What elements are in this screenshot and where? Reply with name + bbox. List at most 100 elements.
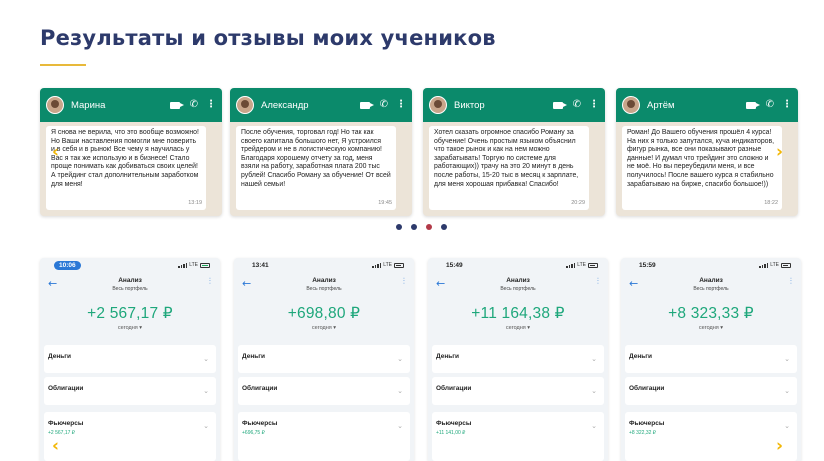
accordion-row[interactable]: Деньги ⌄ [432, 345, 604, 373]
menu-dots-icon[interactable]: ⋮ [206, 100, 216, 110]
nav-row: ← Анализ Весь портфель ⫶ [428, 274, 608, 294]
accordion-label: Деньги [436, 353, 459, 360]
analysis-card: 15:59 LTE ← Анализ Весь портфель ⫶ +8 32… [621, 258, 801, 461]
nav-title: Анализ [506, 277, 530, 284]
status-time: 10:06 [54, 261, 81, 270]
chat-card: Артём ✆ ⋮ Роман! До Вашего обучения прош… [616, 88, 798, 216]
pagination-dot-active[interactable] [426, 224, 432, 230]
accordion-label: Облигации [436, 385, 472, 392]
accordion-row[interactable]: Деньги ⌄ [44, 345, 216, 373]
accordion-label: Деньги [242, 353, 265, 360]
chevron-left-icon[interactable]: ‹ [52, 438, 59, 455]
nav-title: Анализ [312, 277, 336, 284]
message-bubble: Я снова не верила, что это вообще возмож… [46, 126, 206, 210]
message-time: 20:29 [571, 200, 585, 207]
message-time: 18:22 [764, 200, 778, 207]
nav-subtitle: Весь портфель [693, 286, 729, 292]
video-call-icon[interactable] [745, 101, 760, 109]
chat-card: Александр ✆ ⋮ После обучения, торговал г… [230, 88, 412, 216]
message-text: Роман! До Вашего обучения прошёл 4 курса… [627, 129, 775, 188]
chat-header: Виктор ✆ ⋮ [423, 88, 605, 122]
accordion-label: Фьючерсы [48, 420, 84, 427]
chevron-down-icon: ⌄ [784, 388, 790, 395]
analysis-card: 15:49 LTE ← Анализ Весь портфель ⫶ +11 1… [428, 258, 608, 461]
accordion-row[interactable]: Деньги ⌄ [625, 345, 797, 373]
accordion-row[interactable]: Облигации ⌄ [432, 377, 604, 405]
nav-title: Анализ [118, 277, 142, 284]
video-call-icon[interactable] [359, 101, 374, 109]
futures-value: +696,75 ₽ [242, 430, 265, 436]
filter-icon[interactable]: ⫶ [597, 277, 599, 287]
video-call-icon[interactable] [169, 101, 184, 109]
accordion-label: Деньги [48, 353, 71, 360]
network-label: LTE [383, 262, 392, 268]
phone-icon[interactable]: ✆ [573, 100, 581, 110]
accordion-row[interactable]: Фьючерсы +11 141,00 ₽ ⌄ [432, 412, 604, 461]
accordion-row[interactable]: Фьючерсы +8 322,32 ₽ ⌄ [625, 412, 797, 461]
status-bar: 13:41 LTE [234, 258, 414, 274]
accordion-label: Фьючерсы [242, 420, 278, 427]
message-time: 13:19 [188, 200, 202, 207]
profit-amount: +698,80 ₽ [287, 305, 361, 322]
period-selector[interactable]: сегодня ▾ [40, 325, 220, 331]
menu-dots-icon[interactable]: ⋮ [589, 100, 599, 110]
phone-icon[interactable]: ✆ [380, 100, 388, 110]
battery-icon [200, 262, 210, 268]
avatar [429, 96, 447, 114]
message-bubble: Хотел сказать огромное спасибо Роману за… [429, 126, 589, 210]
phone-icon[interactable]: ✆ [766, 100, 774, 110]
period-label: сегодня [311, 325, 332, 331]
accordion-row[interactable]: Деньги ⌄ [238, 345, 410, 373]
chat-name: Марина [71, 99, 106, 111]
phone-icon[interactable]: ✆ [190, 100, 198, 110]
accordion-row[interactable]: Фьючерсы +696,75 ₽ ⌄ [238, 412, 410, 461]
accordion-row[interactable]: Фьючерсы +2 567,17 ₽ ⌄ [44, 412, 216, 461]
chat-name: Артём [647, 99, 675, 111]
period-label: сегодня [698, 325, 719, 331]
period-selector[interactable]: сегодня ▾ [234, 325, 414, 331]
signal-icon: LTE [759, 262, 791, 268]
period-selector[interactable]: сегодня ▾ [428, 325, 608, 331]
message-bubble: После обучения, торговал год! Но так как… [236, 126, 396, 210]
chevron-down-icon: ⌄ [397, 356, 403, 363]
menu-dots-icon[interactable]: ⋮ [396, 100, 406, 110]
menu-dots-icon[interactable]: ⋮ [782, 100, 792, 110]
pagination-dot[interactable] [441, 224, 447, 230]
chevron-right-icon[interactable]: › [776, 144, 783, 161]
accordion-row[interactable]: Облигации ⌄ [238, 377, 410, 405]
avatar [622, 96, 640, 114]
chevron-down-icon: ⌄ [591, 356, 597, 363]
message-time: 19:45 [378, 200, 392, 207]
analysis-card: 10:06 LTE ← Анализ Весь портфель ⫶ +2 56… [40, 258, 220, 461]
pagination-dot[interactable] [411, 224, 417, 230]
battery-icon [394, 262, 404, 268]
futures-value: +8 322,32 ₽ [629, 430, 656, 436]
signal-icon: LTE [372, 262, 404, 268]
nav-subtitle: Весь портфель [306, 286, 342, 292]
chat-name: Александр [261, 99, 309, 111]
chevron-right-icon[interactable]: › [776, 438, 783, 455]
nav-row: ← Анализ Весь портфель ⫶ [621, 274, 801, 294]
chevron-down-icon: ⌄ [397, 423, 403, 430]
period-selector[interactable]: сегодня ▾ [621, 325, 801, 331]
pagination-dot[interactable] [396, 224, 402, 230]
video-call-icon[interactable] [552, 101, 567, 109]
accordion-label: Облигации [242, 385, 278, 392]
message-bubble: Роман! До Вашего обучения прошёл 4 курса… [622, 126, 782, 210]
nav-subtitle: Весь портфель [112, 286, 148, 292]
nav-title: Анализ [699, 277, 723, 284]
accordion-label: Фьючерсы [629, 420, 665, 427]
profit-amount: +2 567,17 ₽ [87, 305, 173, 322]
avatar [236, 96, 254, 114]
avatar [46, 96, 64, 114]
analysis-card: 13:41 LTE ← Анализ Весь портфель ⫶ +698,… [234, 258, 414, 461]
filter-icon[interactable]: ⫶ [790, 277, 792, 287]
accordion-row[interactable]: Облигации ⌄ [44, 377, 216, 405]
accordion-row[interactable]: Облигации ⌄ [625, 377, 797, 405]
chevron-left-icon[interactable]: ‹ [52, 144, 59, 161]
chat-name: Виктор [454, 99, 485, 111]
filter-icon[interactable]: ⫶ [403, 277, 405, 287]
filter-icon[interactable]: ⫶ [209, 277, 211, 287]
message-text: Хотел сказать огромное спасибо Роману за… [434, 129, 579, 188]
signal-icon: LTE [178, 262, 210, 268]
